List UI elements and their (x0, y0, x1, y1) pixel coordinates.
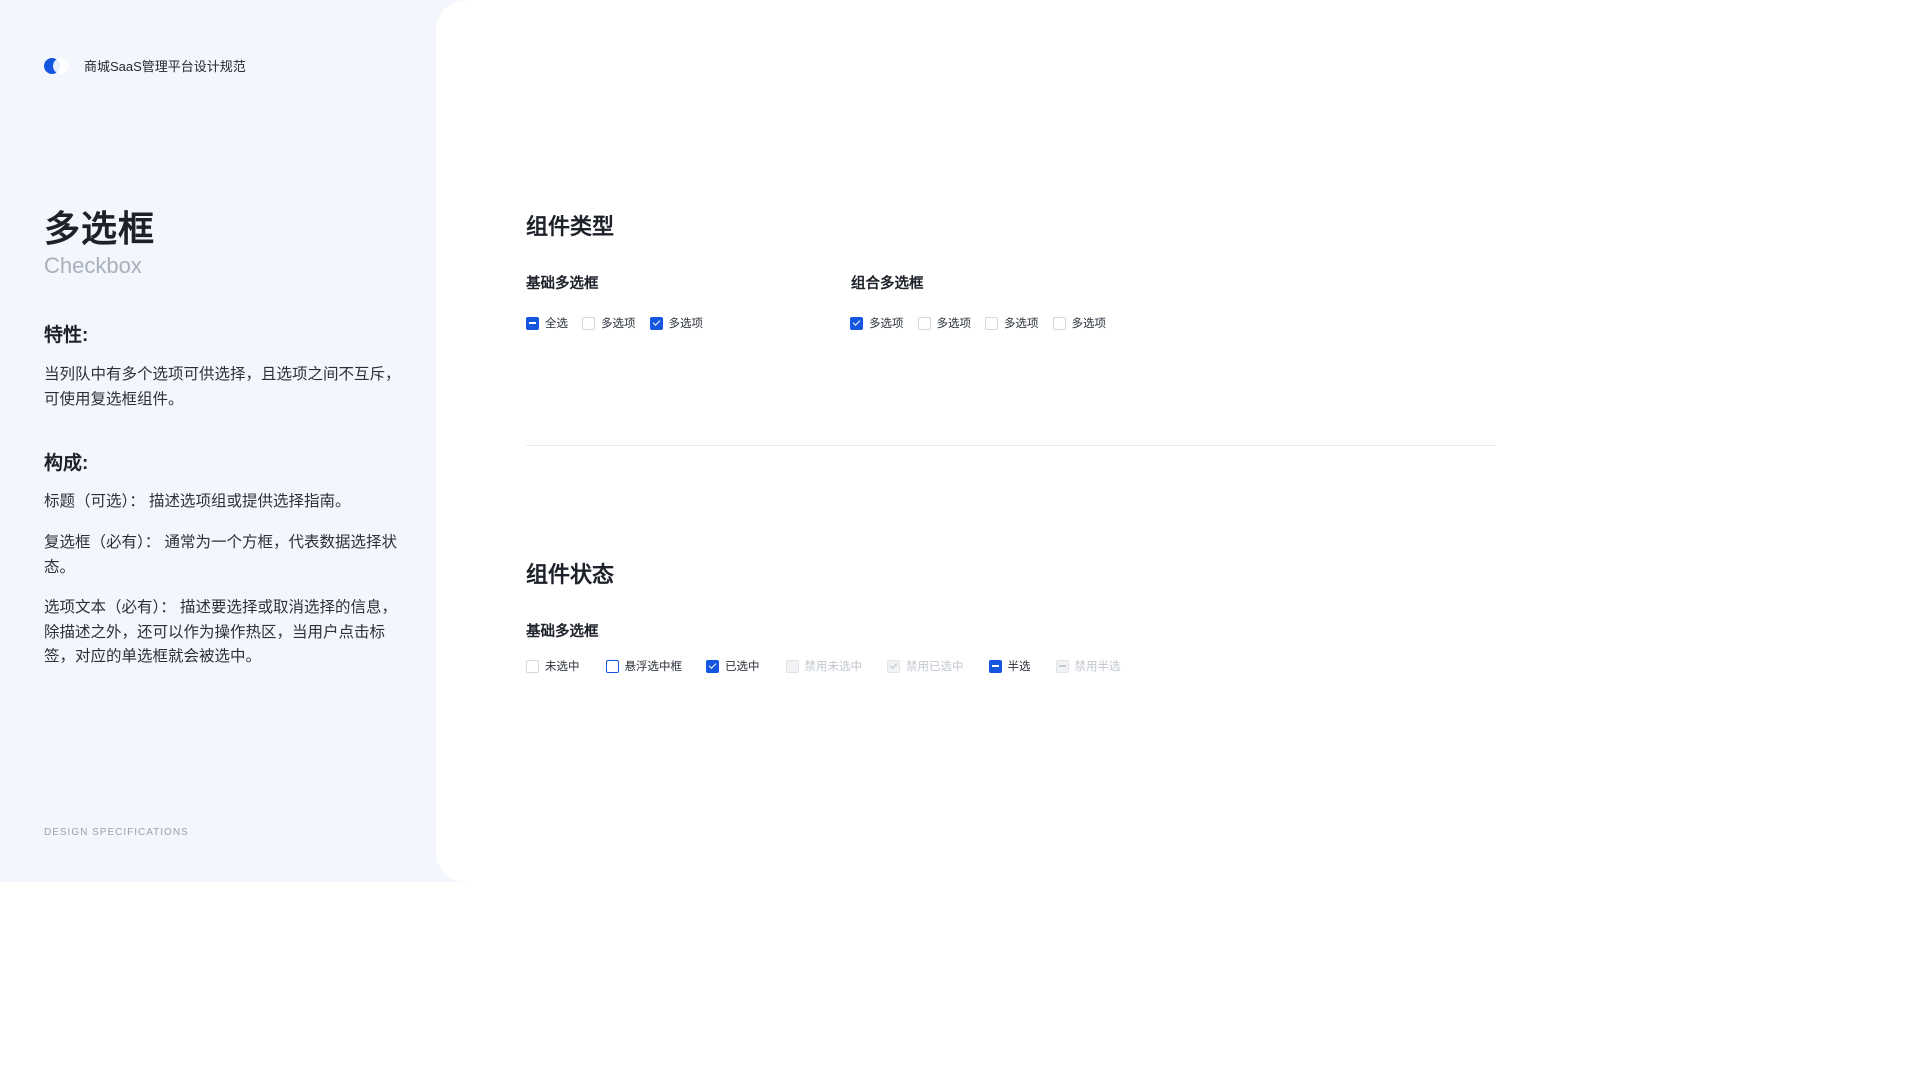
types-basic-group: 全选 多选项 多选项 (526, 315, 717, 331)
states-basic-group: 未选中 悬浮选中框 已选中 禁用未选中 禁用已选中 半选 禁用半选 (526, 658, 1135, 674)
features-heading: 特性: (44, 325, 89, 346)
checkbox-label: 全选 (545, 318, 568, 330)
checkbox-option[interactable]: 多选项 (1052, 315, 1107, 331)
checkbox-label: 多选项 (869, 318, 904, 330)
checkbox-label: 悬浮选中框 (624, 661, 683, 673)
checkbox-label: 未选中 (545, 661, 580, 673)
checkbox-option: 禁用未选中 (785, 658, 863, 674)
checkbox-label: 多选项 (601, 318, 636, 330)
check-icon (652, 318, 660, 326)
types-basic-title: 基础多选框 (526, 276, 599, 292)
checkbox-disabled (785, 659, 799, 673)
checkbox-unchecked[interactable] (526, 659, 539, 673)
features-text: 当列队中有多个选项可供选择，且选项之间不互斥，可使用复选框组件。 (44, 366, 401, 408)
section-divider (526, 445, 1496, 446)
checkbox-option[interactable]: 未选中 (526, 658, 580, 674)
checkbox-indeterminate (1055, 659, 1069, 673)
checkbox-option: 禁用已选中 (887, 658, 964, 674)
checkbox-checked[interactable] (850, 316, 863, 330)
composition-item-checkbox: 复选框（必有）： 通常为一个方框，代表数据选择状态。 (44, 534, 398, 576)
checkbox-option[interactable]: 多选项 (985, 315, 1039, 331)
composition-item-title: 标题（可选）： 描述选项组或提供选择指南。 (44, 493, 351, 510)
checkbox-label: 禁用已选中 (906, 661, 964, 673)
checkbox-option[interactable]: 多选项 (649, 315, 704, 331)
checkbox-checked[interactable] (649, 316, 663, 330)
footer-text: DESIGN SPECIFICATIONS (44, 827, 189, 838)
page: 商城SaaS管理平台设计规范 多选框 Checkbox 特性: 当列队中有多个选… (0, 0, 1568, 882)
checkbox-label: 禁用未选中 (804, 661, 863, 673)
types-heading: 组件类型 (526, 214, 615, 239)
checkbox-option[interactable]: 已选中 (706, 658, 760, 674)
states-heading: 组件状态 (526, 562, 615, 587)
checkbox-option: 禁用半选 (1055, 658, 1121, 674)
checkbox-unchecked[interactable] (582, 316, 595, 330)
checkbox-indeterminate[interactable] (988, 659, 1002, 673)
check-icon (889, 661, 898, 669)
checkbox-option[interactable]: 悬浮选中框 (605, 658, 683, 674)
checkbox-label: 多选项 (936, 318, 972, 330)
checkbox-label: 多选项 (1004, 318, 1039, 330)
page-title: 多选框 (44, 208, 156, 249)
checkbox-unchecked[interactable] (985, 316, 998, 330)
checkbox-label: 多选项 (668, 318, 704, 330)
content-card (436, 0, 1568, 882)
minus-icon (991, 665, 999, 667)
brand-name: 商城SaaS管理平台设计规范 (84, 59, 246, 74)
minus-icon (1058, 665, 1066, 667)
checkbox-checked[interactable] (706, 659, 719, 673)
checkbox-unchecked[interactable] (917, 316, 931, 330)
info-panel: 商城SaaS管理平台设计规范 多选框 Checkbox 特性: 当列队中有多个选… (0, 0, 440, 882)
checkbox-indeterminate[interactable] (526, 316, 539, 330)
checkbox-hover[interactable] (605, 659, 619, 673)
composition-heading: 构成: (44, 453, 89, 474)
types-combo-group: 多选项 多选项 多选项 多选项 (850, 315, 1120, 331)
checkbox-label: 禁用半选 (1074, 661, 1121, 673)
check-icon (708, 661, 717, 669)
brand: 商城SaaS管理平台设计规范 (44, 56, 246, 75)
checkbox-option[interactable]: 多选项 (917, 315, 972, 331)
checkbox-label: 多选项 (1071, 318, 1107, 330)
page-subtitle: Checkbox (44, 253, 142, 278)
states-basic-title: 基础多选框 (526, 624, 599, 640)
composition-item-label: 选项文本（必有）： 描述要选择或取消选择的信息，除描述之外，还可以作为操作热区，… (44, 599, 398, 665)
checkbox-option[interactable]: 全选 (526, 315, 568, 331)
types-combo-title: 组合多选框 (851, 276, 924, 292)
checkbox-unchecked[interactable] (1052, 316, 1066, 330)
checkbox-label: 半选 (1007, 661, 1031, 673)
checkbox-option[interactable]: 多选项 (582, 315, 636, 331)
checkbox-label: 已选中 (725, 661, 760, 673)
checkbox-checked (887, 659, 900, 673)
minus-icon (529, 322, 536, 324)
checkbox-option[interactable]: 多选项 (850, 315, 904, 331)
checkbox-option[interactable]: 半选 (988, 658, 1031, 674)
check-icon (852, 318, 861, 326)
brand-logo-icon (44, 57, 74, 75)
